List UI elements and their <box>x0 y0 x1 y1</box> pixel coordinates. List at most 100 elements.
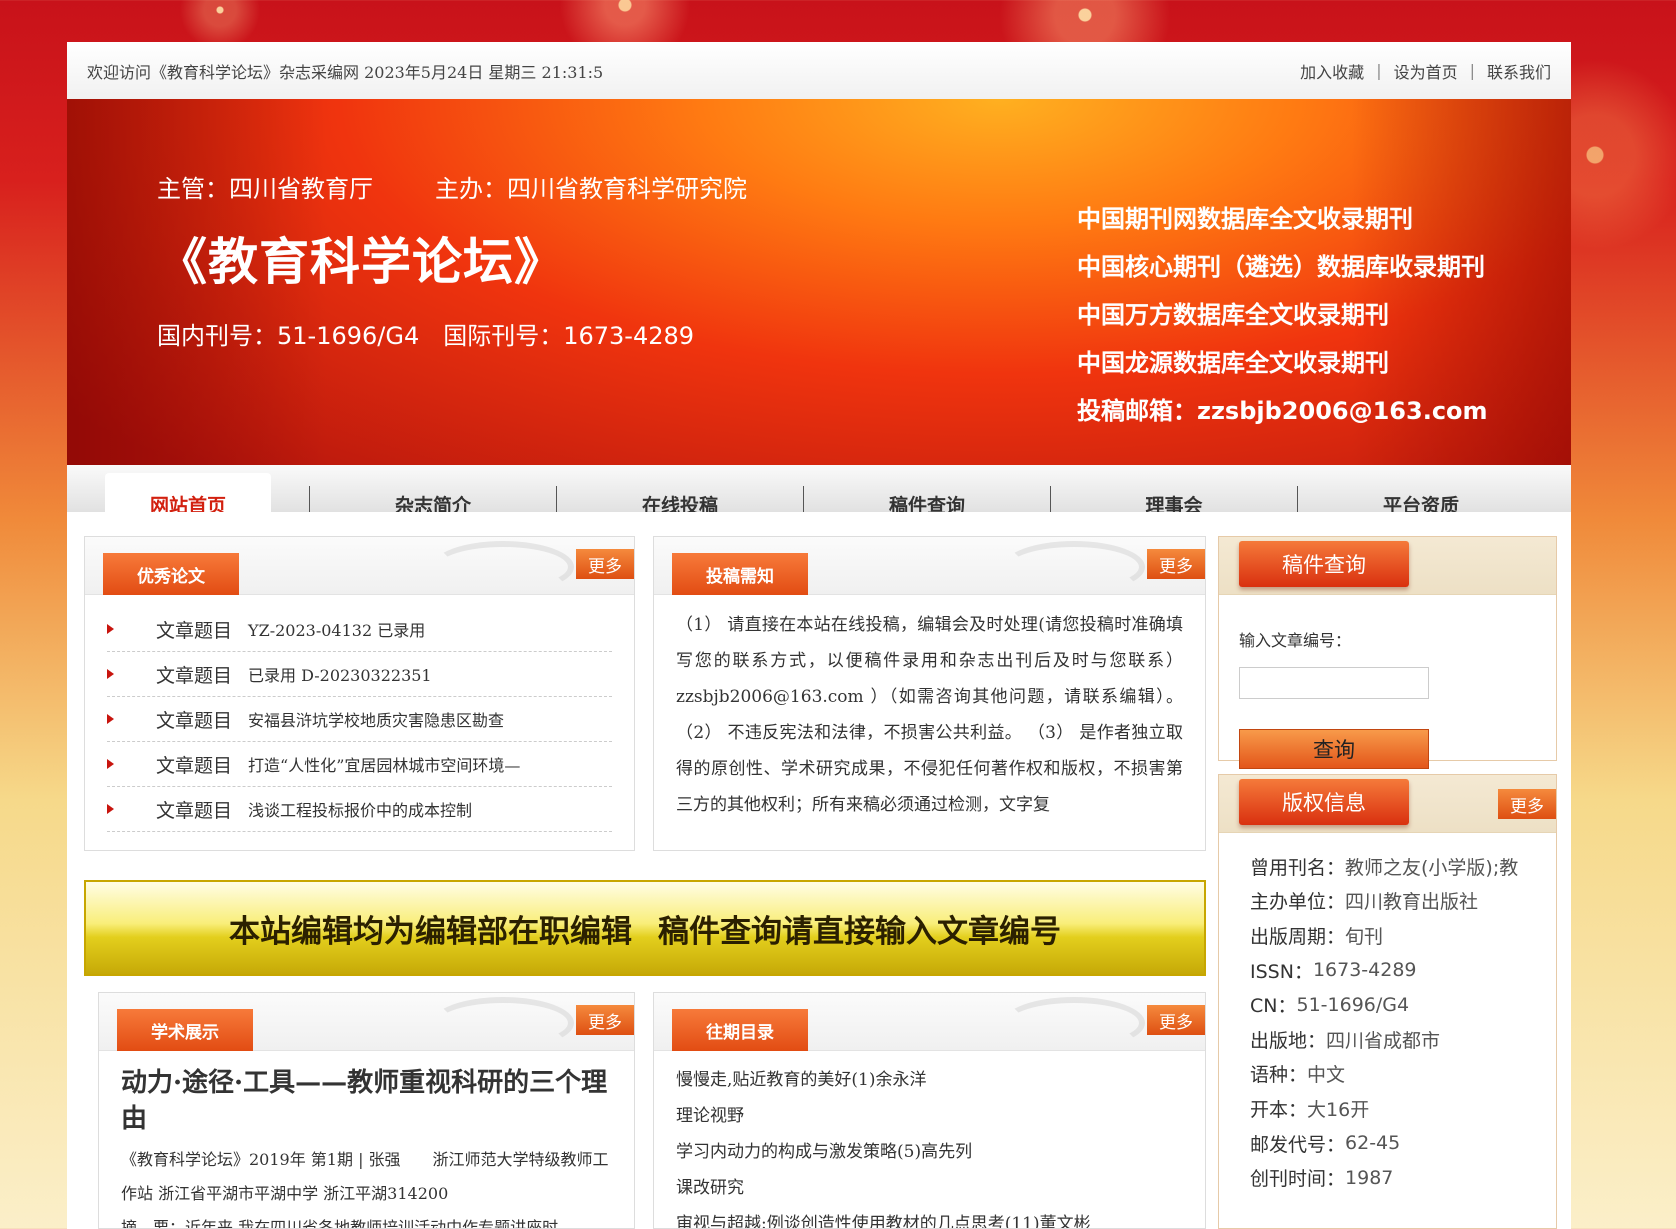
banner-indexing: 中国期刊网数据库全文收录期刊 中国核心期刊（遴选）数据库收录期刊 中国万方数据库… <box>1077 195 1488 435</box>
article-abstract: 摘 要：近年来,我在四川省各地教师培训活动中作专题讲座时, <box>121 1218 564 1229</box>
info-row: 创刊时间： 1987 <box>1250 1160 1556 1195</box>
list-item[interactable]: 慢慢走,贴近教育的美好(1)余永洋 <box>676 1059 1183 1095</box>
list-item: 课改研究 <box>676 1177 744 1198</box>
list-item[interactable]: 文章题目 YZ-2023-04132 已录用 <box>107 607 612 652</box>
info-row: ISSN： 1673-4289 <box>1250 953 1556 988</box>
supervisor-text: 主管：四川省教育厅 <box>157 175 373 203</box>
banner-text: 稿件查询请直接输入文章编号 <box>658 913 1061 950</box>
arrow-right-icon <box>107 714 114 724</box>
item-text[interactable]: YZ-2023-04132 已录用 <box>248 617 425 641</box>
indexing-item: 中国万方数据库全文收录期刊 <box>1077 301 1389 329</box>
info-row: CN： 51-1696/G4 <box>1250 987 1556 1022</box>
info-row: 出版地： 四川省成都市 <box>1250 1022 1556 1057</box>
info-key: 语种： <box>1250 1064 1308 1087</box>
academic-showcase-panel: 学术展示 更多 动力·途径·工具——教师重视科研的三个理由 《教育科学论坛》20… <box>98 992 635 1229</box>
list-item[interactable]: 文章题目 浅谈工程投标报价中的成本控制 <box>107 787 612 832</box>
submission-email: 投稿邮箱：zzsbjb2006@163.com <box>1077 397 1488 425</box>
info-key: 曾用刊名： <box>1250 856 1346 879</box>
article-number-input[interactable] <box>1239 667 1429 699</box>
arrow-right-icon <box>107 669 114 679</box>
info-value: 62-45 <box>1345 1132 1401 1155</box>
info-key: 出版地： <box>1250 1029 1327 1052</box>
item-text[interactable]: 安福县浒坑学校地质灾害隐患区勘查 <box>248 707 504 731</box>
panel-title: 往期目录 <box>672 1009 808 1051</box>
item-label: 文章题目 <box>156 799 233 822</box>
info-row: 曾用刊名： 教师之友(小学版);教 <box>1250 849 1556 884</box>
more-button[interactable]: 更多 <box>576 1005 634 1035</box>
info-value: 教师之友(小学版);教 <box>1345 856 1519 879</box>
info-row: 开本： 大16开 <box>1250 1091 1556 1126</box>
info-key: CN： <box>1250 995 1297 1018</box>
info-key: ISSN： <box>1250 960 1313 983</box>
info-row: 语种： 中文 <box>1250 1057 1556 1092</box>
panel-title: 版权信息 <box>1239 779 1409 825</box>
copyright-list: 曾用刊名： 教师之友(小学版);教 主办单位： 四川教育出版社 出版周期： 旬刊 IS… <box>1219 833 1556 1195</box>
info-key: 创刊时间： <box>1250 1168 1346 1191</box>
info-value: 大16开 <box>1307 1098 1370 1121</box>
info-row: 邮发代号： 62-45 <box>1250 1126 1556 1161</box>
info-value: 1987 <box>1345 1166 1394 1189</box>
item-text[interactable]: 浅谈工程投标报价中的成本控制 <box>248 797 472 821</box>
panel-header: 往期目录 更多 <box>654 993 1205 1051</box>
copyright-info-panel: 版权信息 更多 曾用刊名： 教师之友(小学版);教 主办单位： 四川教育出版社 出版… <box>1218 774 1557 1229</box>
list-item[interactable]: 审视与超越:例谈创造性使用教材的几点思考(11)董文彬 <box>676 1203 1183 1229</box>
set-homepage-link[interactable]: 设为首页 <box>1394 59 1458 83</box>
banner-text: 本站编辑均为编辑部在职编辑 <box>229 913 632 950</box>
item-label: 文章题目 <box>156 709 233 732</box>
panel-header: 版权信息 更多 <box>1219 775 1556 833</box>
notice-text: （1） 请直接在本站在线投稿，编辑会及时处理(请您投稿时准确填写您的联系方式，以… <box>676 615 1183 815</box>
intl-issn: 国际刊号：1673-4289 <box>443 322 695 350</box>
query-button[interactable]: 查询 <box>1239 729 1429 769</box>
panel-title: 学术展示 <box>117 1009 253 1051</box>
submission-notice-panel: 投稿需知 更多 （1） 请直接在本站在线投稿，编辑会及时处理(请您投稿时准确填写… <box>653 536 1206 851</box>
info-key: 出版周期： <box>1250 925 1346 948</box>
info-row: 主办单位： 四川教育出版社 <box>1250 884 1556 919</box>
excellent-papers-panel: 优秀论文 更多 文章题目 YZ-2023-04132 已录用 文章题目 已录用 D-… <box>84 536 635 851</box>
info-key: 邮发代号： <box>1250 1133 1346 1156</box>
manuscript-query-panel: 稿件查询 输入文章编号： 查询 <box>1218 536 1557 769</box>
page-header: 欢迎访问《教育科学论坛》杂志采编网 2023年5月24日 星期三 21:31:5… <box>67 42 1571 535</box>
info-value: 四川省成都市 <box>1326 1029 1441 1052</box>
more-button[interactable]: 更多 <box>1147 549 1205 579</box>
arrow-right-icon <box>107 759 114 769</box>
separator: | <box>1469 61 1475 80</box>
add-favorite-link[interactable]: 加入收藏 <box>1300 59 1364 83</box>
info-value: 旬刊 <box>1345 925 1384 948</box>
panel-header: 学术展示 更多 <box>99 993 634 1051</box>
more-button[interactable]: 更多 <box>1147 1005 1205 1035</box>
article-title[interactable]: 动力·途径·工具——教师重视科研的三个理由 <box>99 1051 634 1137</box>
list-item[interactable]: 文章题目 安福县浒坑学校地质灾害隐患区勘查 <box>107 697 612 742</box>
journal-title: 《教育科学论坛》 <box>157 233 565 291</box>
indexing-item: 中国核心期刊（遴选）数据库收录期刊 <box>1077 253 1485 281</box>
info-key: 主办单位： <box>1250 891 1346 914</box>
info-value: 51-1696/G4 <box>1296 993 1410 1016</box>
more-button[interactable]: 更多 <box>576 549 634 579</box>
paper-list: 文章题目 YZ-2023-04132 已录用 文章题目 已录用 D-20230322… <box>85 595 634 832</box>
sponsor-text: 主办：四川省教育科学研究院 <box>435 175 747 203</box>
panel-header: 稿件查询 <box>1219 537 1556 595</box>
list-item[interactable]: 学习内动力的构成与激发策略(5)高先列 <box>676 1131 1183 1167</box>
info-value: 中文 <box>1307 1064 1346 1087</box>
list-item[interactable]: 文章题目 打造“人性化”宜居园林城市空间环境— <box>107 742 612 787</box>
item-text[interactable]: 已录用 D-20230322351 <box>248 662 432 686</box>
contact-us-link[interactable]: 联系我们 <box>1487 59 1551 83</box>
welcome-text: 欢迎访问《教育科学论坛》杂志采编网 2023年5月24日 星期三 21:31:5 <box>87 62 604 82</box>
list-item[interactable]: 文章题目 已录用 D-20230322351 <box>107 652 612 697</box>
panel-title: 投稿需知 <box>672 553 808 595</box>
arrow-right-icon <box>107 624 114 634</box>
top-links: 加入收藏 | 设为首页 | 联系我们 <box>1300 59 1551 83</box>
panel-title: 稿件查询 <box>1239 541 1409 587</box>
list-item: 理论视野 <box>676 1105 744 1126</box>
info-value: 四川教育出版社 <box>1345 891 1479 914</box>
top-bar: 欢迎访问《教育科学论坛》杂志采编网 2023年5月24日 星期三 21:31:5… <box>67 42 1571 99</box>
info-row: 出版周期： 旬刊 <box>1250 918 1556 953</box>
indexing-item: 中国期刊网数据库全文收录期刊 <box>1077 205 1413 233</box>
item-text[interactable]: 打造“人性化”宜居园林城市空间环境— <box>248 752 520 776</box>
info-value: 1673-4289 <box>1312 959 1417 982</box>
main-content: 优秀论文 更多 文章题目 YZ-2023-04132 已录用 文章题目 已录用 D-… <box>67 512 1571 1229</box>
issue-list: 慢慢走,贴近教育的美好(1)余永洋 理论视野 学习内动力的构成与激发策略(5)高… <box>654 1051 1205 1229</box>
more-button[interactable]: 更多 <box>1498 789 1556 819</box>
separator: | <box>1376 61 1382 80</box>
item-label: 文章题目 <box>156 619 233 642</box>
journal-banner: 主管：四川省教育厅 主办：四川省教育科学研究院 《教育科学论坛》 国内刊号：51… <box>67 99 1571 465</box>
